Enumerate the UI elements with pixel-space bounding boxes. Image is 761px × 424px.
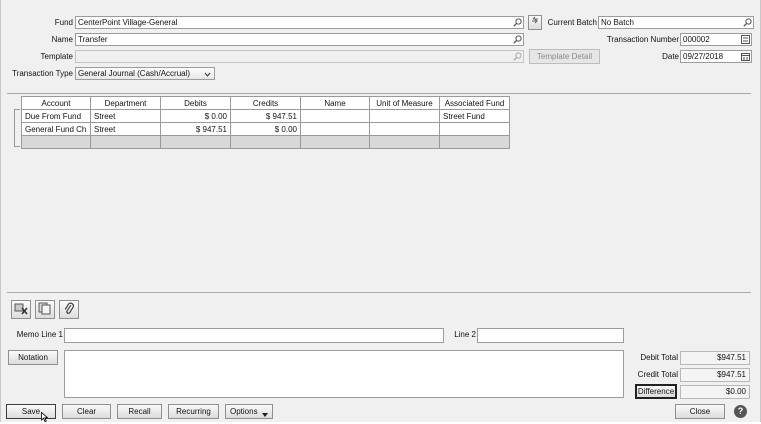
table-row[interactable]: Due From Fund Street $ 0.00 $ 947.51 Str…: [21, 109, 510, 123]
cell-associated-fund[interactable]: [439, 122, 510, 136]
table-row[interactable]: General Fund Ch Street $ 947.51 $ 0.00: [21, 122, 510, 136]
recurring-button[interactable]: Recurring: [168, 404, 219, 419]
col-department[interactable]: Department: [90, 96, 161, 110]
cell-name[interactable]: [300, 109, 370, 123]
transaction-type-select[interactable]: General Journal (Cash/Accrual): [75, 67, 215, 80]
new-cell[interactable]: [21, 135, 91, 149]
paperclip-icon: [63, 302, 75, 317]
options-button[interactable]: Options: [225, 404, 273, 419]
cursor-icon: [41, 411, 49, 424]
new-row[interactable]: [21, 135, 510, 149]
help-icon[interactable]: ?: [734, 405, 747, 418]
transaction-type-label: Transaction Type: [12, 69, 73, 78]
col-credits[interactable]: Credits: [230, 96, 301, 110]
col-associated-fund[interactable]: Associated Fund: [439, 96, 510, 110]
col-account[interactable]: Account: [21, 96, 91, 110]
new-cell[interactable]: [90, 135, 161, 149]
copy-button[interactable]: [35, 300, 55, 319]
grid-header-row: Account Department Debits Credits Name U…: [21, 96, 510, 110]
options-label: Options: [230, 407, 258, 416]
delete-row-icon: [14, 302, 28, 317]
delete-row-button[interactable]: [11, 300, 31, 319]
fund-lookup-icon[interactable]: [512, 17, 523, 28]
transaction-type-value: General Journal (Cash/Accrual): [78, 69, 191, 78]
notation-button[interactable]: Notation: [8, 350, 58, 365]
col-unit-of-measure[interactable]: Unit of Measure: [369, 96, 440, 110]
spin-icon[interactable]: [740, 34, 751, 45]
cell-associated-fund[interactable]: Street Fund: [439, 109, 510, 123]
new-cell[interactable]: [300, 135, 370, 149]
debit-total-value: $947.51: [680, 351, 750, 365]
cell-department[interactable]: Street: [90, 109, 161, 123]
current-batch-field[interactable]: No Batch: [598, 16, 754, 29]
fund-label: Fund: [54, 18, 73, 27]
fund-field[interactable]: CenterPoint Village-General: [75, 16, 524, 29]
dropdown-arrow-icon: [262, 409, 268, 422]
memo-line1-label: Memo Line 1: [16, 330, 63, 339]
copy-icon: [38, 302, 52, 317]
close-button[interactable]: Close: [675, 404, 725, 419]
memo-line2-label: Line 2: [454, 330, 476, 339]
chevron-down-icon: [204, 70, 211, 79]
credit-total-value: $947.51: [680, 368, 750, 382]
name-field[interactable]: Transfer: [75, 33, 524, 46]
template-label: Template: [40, 52, 73, 61]
cell-account[interactable]: General Fund Ch: [21, 122, 91, 136]
cell-name[interactable]: [300, 122, 370, 136]
debit-total-label: Debit Total: [640, 353, 678, 362]
row-indicator: [14, 109, 20, 147]
template-detail-button[interactable]: Template Detail: [529, 49, 600, 64]
memo-line1-field[interactable]: [64, 328, 444, 343]
new-cell[interactable]: [369, 135, 440, 149]
cell-department[interactable]: Street: [90, 122, 161, 136]
credit-total-label: Credit Total: [637, 370, 678, 379]
difference-value: $0.00: [680, 385, 750, 399]
batch-lookup-icon[interactable]: [742, 17, 753, 28]
cell-unit-of-measure[interactable]: [369, 122, 440, 136]
col-name[interactable]: Name: [300, 96, 370, 110]
recall-button[interactable]: Recall: [117, 404, 162, 419]
cell-unit-of-measure[interactable]: [369, 109, 440, 123]
template-field[interactable]: [75, 50, 524, 63]
cell-debits[interactable]: $ 0.00: [160, 109, 231, 123]
col-debits[interactable]: Debits: [160, 96, 231, 110]
clear-button[interactable]: Clear: [62, 404, 111, 419]
memo-line2-field[interactable]: [477, 328, 624, 343]
cell-debits[interactable]: $ 947.51: [160, 122, 231, 136]
cell-account[interactable]: Due From Fund: [21, 109, 91, 123]
new-cell[interactable]: [439, 135, 510, 149]
journal-grid: Account Department Debits Credits Name U…: [21, 96, 510, 149]
current-batch-label: Current Batch: [547, 18, 597, 27]
notation-textarea[interactable]: [64, 350, 624, 398]
transaction-window: Fund CenterPoint Village-General Name Tr…: [0, 0, 761, 424]
difference-button[interactable]: Difference: [635, 384, 677, 399]
calendar-icon[interactable]: [740, 51, 751, 62]
name-lookup-icon[interactable]: [512, 34, 523, 45]
transaction-number-label: Transaction Number: [606, 35, 679, 44]
cell-credits[interactable]: $ 947.51: [230, 109, 301, 123]
cell-credits[interactable]: $ 0.00: [230, 122, 301, 136]
save-button[interactable]: Save: [6, 404, 56, 419]
attach-button[interactable]: [59, 300, 79, 319]
new-cell[interactable]: [160, 135, 231, 149]
template-lookup-icon[interactable]: [512, 51, 523, 62]
new-cell[interactable]: [230, 135, 301, 149]
name-label: Name: [51, 35, 73, 44]
date-label: Date: [662, 52, 679, 61]
